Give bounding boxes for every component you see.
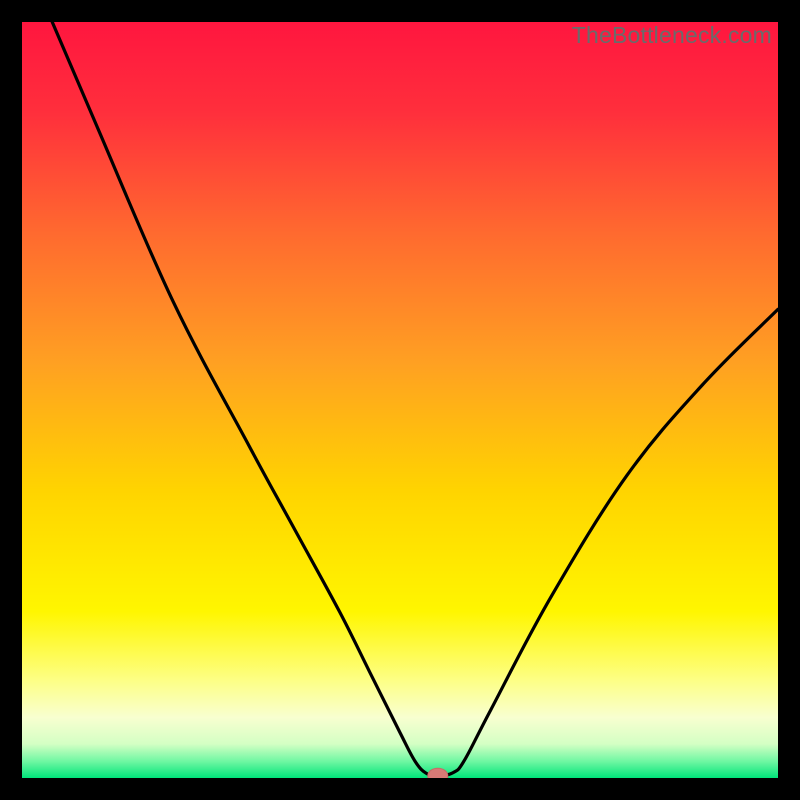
chart-frame: TheBottleneck.com (22, 22, 778, 778)
watermark-text: TheBottleneck.com (572, 22, 772, 49)
bottleneck-chart (22, 22, 778, 778)
gradient-background (22, 22, 778, 778)
